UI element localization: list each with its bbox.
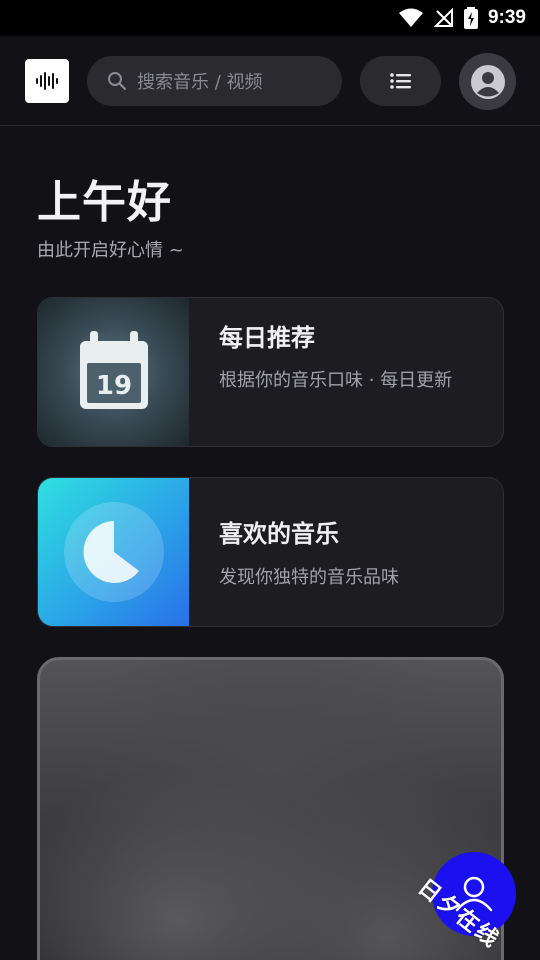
greeting-title: 上午好 xyxy=(37,177,172,228)
calendar-icon: 19 xyxy=(79,331,148,409)
app-header: 搜索音乐 / 视频 xyxy=(0,36,540,126)
wifi-icon xyxy=(398,8,423,27)
daily-desc: 根据你的音乐口味 · 每日更新 xyxy=(219,370,453,391)
app-logo[interactable] xyxy=(25,59,69,103)
no-signal-icon xyxy=(433,8,453,27)
liked-thumb xyxy=(38,478,189,626)
calendar-day: 19 xyxy=(95,371,131,401)
user-avatar-icon xyxy=(470,64,505,99)
status-time: 9:39 xyxy=(487,7,526,28)
battery-charging-icon xyxy=(463,7,478,29)
search-input[interactable]: 搜索音乐 / 视频 xyxy=(87,56,342,106)
search-icon xyxy=(108,72,127,91)
greeting-subtitle: 由此开启好心情 ~ xyxy=(37,240,184,261)
liked-music-card[interactable]: 喜欢的音乐 发现你独特的音乐品味 xyxy=(37,477,504,627)
list-icon xyxy=(389,73,411,89)
avatar-button[interactable] xyxy=(459,53,516,110)
menu-button[interactable] xyxy=(360,56,441,106)
music-disc-icon xyxy=(63,502,164,602)
daily-title: 每日推荐 xyxy=(219,324,315,352)
waveform-icon xyxy=(36,72,58,90)
liked-desc: 发现你独特的音乐品味 xyxy=(219,567,399,588)
status-bar: 9:39 xyxy=(0,0,540,36)
daily-thumb: 19 xyxy=(38,298,189,446)
search-placeholder: 搜索音乐 / 视频 xyxy=(137,72,263,93)
daily-recommend-card[interactable]: 19 每日推荐 根据你的音乐口味 · 每日更新 xyxy=(37,297,504,447)
liked-title: 喜欢的音乐 xyxy=(219,520,339,548)
